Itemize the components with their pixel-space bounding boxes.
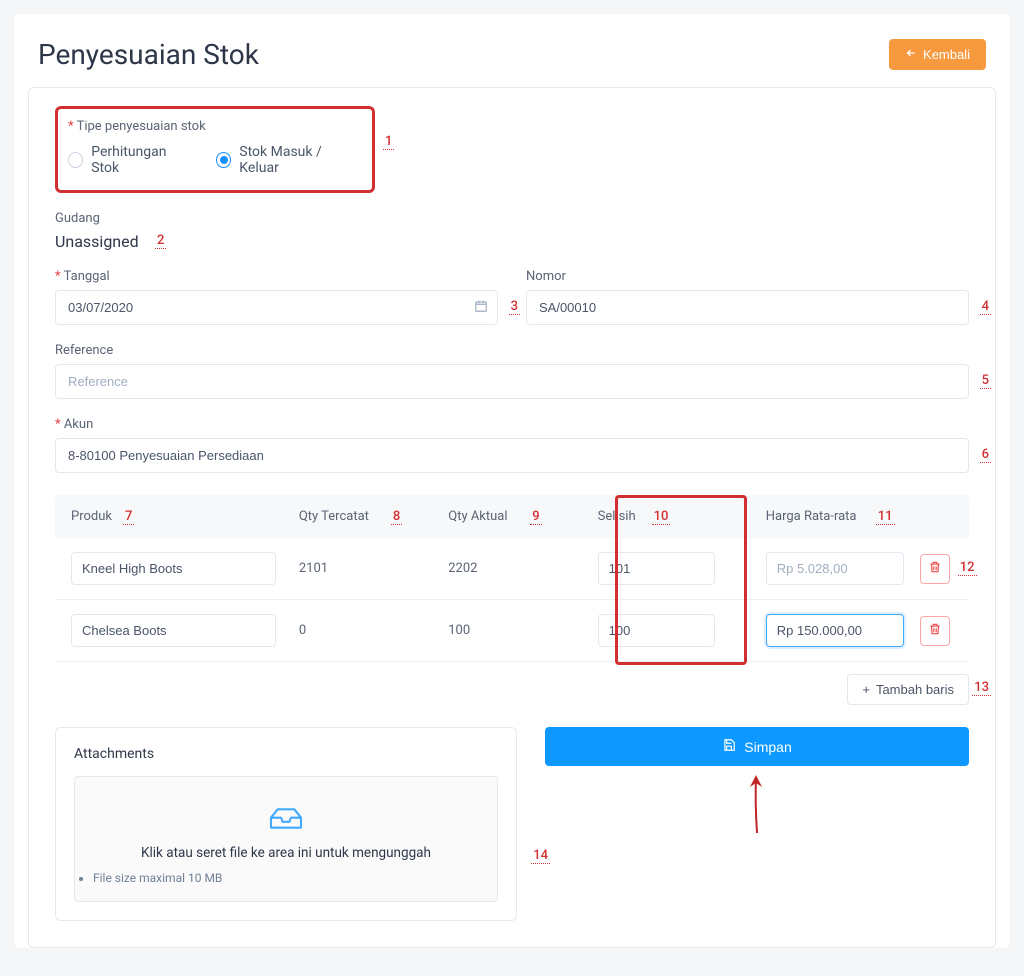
annotation-3: 3 [509,299,520,314]
inbox-icon [93,799,479,833]
th-harga: Harga Rata-rata [766,509,857,524]
annotation-12: 12 [958,560,977,575]
radio-label: Stok Masuk / Keluar [239,144,358,176]
akun-section: Akun 6 [55,417,969,473]
annotation-11: 11 [876,509,895,524]
radio-stok-masuk-keluar[interactable]: Stok Masuk / Keluar [216,144,358,176]
akun-label: Akun [55,417,969,432]
annotation-8: 8 [391,509,402,524]
th-produk: Produk [71,509,112,524]
gudang-section: Gudang Unassigned 2 [55,211,969,251]
harga-input[interactable] [766,614,905,647]
annotation-10: 10 [652,509,671,524]
tanggal-label: Tanggal [55,269,498,284]
qty-tercatat-cell: 2101 [299,561,448,576]
form-card: Tipe penyesuaian stok Perhitungan Stok S… [28,87,996,948]
highlight-type-section: Tipe penyesuaian stok Perhitungan Stok S… [55,106,375,193]
qty-aktual-cell: 100 [448,623,597,638]
annotation-14: 14 [531,848,550,863]
radio-icon [68,152,83,168]
page: Penyesuaian Stok Kembali Tipe penyesuaia… [14,14,1010,948]
gudang-value: Unassigned [55,232,969,251]
product-table: Produk 7 Qty Tercatat 8 Qty Aktual 9 Sel… [55,495,969,662]
annotation-4: 4 [980,299,991,314]
produk-input[interactable] [71,614,276,647]
gudang-label: Gudang [55,211,969,226]
th-qty-tercatat: Qty Tercatat [299,509,369,524]
dropzone-hint: File size maximal 10 MB [93,871,479,885]
trash-icon [928,622,942,639]
nomor-input[interactable] [526,290,969,325]
arrow-annotation-icon [746,773,768,839]
annotation-13: 13 [972,680,991,695]
qty-tercatat-cell: 0 [299,623,448,638]
annotation-5: 5 [980,373,991,388]
back-button[interactable]: Kembali [889,39,986,70]
calendar-icon[interactable] [474,299,488,317]
save-label: Simpan [744,739,791,755]
attachments-title: Attachments [74,746,498,762]
save-column: Simpan [545,727,969,766]
nomor-label: Nomor [526,269,969,284]
table-row: 0 100 [55,600,969,662]
page-title: Penyesuaian Stok [38,38,259,71]
annotation-7: 7 [123,509,134,524]
save-icon [722,738,736,755]
tanggal-input[interactable] [55,290,498,325]
delete-row-button[interactable] [920,616,950,646]
selisih-input[interactable] [598,614,716,647]
annotation-6: 6 [980,447,991,462]
reference-section: Reference 5 [55,343,969,399]
table-row: 2101 2202 12 [55,538,969,600]
add-row-label: Tambah baris [876,682,954,697]
delete-row-button[interactable] [920,554,950,584]
reference-input[interactable] [55,364,969,399]
save-button[interactable]: Simpan [545,727,969,766]
selisih-input[interactable] [598,552,716,585]
nomor-col: Nomor 4 [526,269,969,325]
upload-dropzone[interactable]: Klik atau seret file ke area ini untuk m… [74,776,498,902]
produk-input[interactable] [71,552,276,585]
radio-perhitungan-stok[interactable]: Perhitungan Stok [68,144,192,176]
type-radio-group: Perhitungan Stok Stok Masuk / Keluar [68,144,358,176]
table-header-row: Produk 7 Qty Tercatat 8 Qty Aktual 9 Sel… [55,495,969,538]
attachments-card: Attachments Klik atau seret file ke area… [55,727,517,921]
annotation-2: 2 [155,233,166,248]
annotation-1: 1 [383,134,394,149]
qty-aktual-cell: 2202 [448,561,597,576]
trash-icon [928,560,942,577]
page-header: Penyesuaian Stok Kembali [14,14,1010,87]
arrow-left-icon [905,47,917,62]
dropzone-text: Klik atau seret file ke area ini untuk m… [93,845,479,861]
akun-select[interactable] [55,438,969,473]
th-qty-aktual: Qty Aktual [448,509,507,524]
type-label: Tipe penyesuaian stok [68,119,358,134]
tanggal-col: Tanggal 3 [55,269,498,325]
back-button-label: Kembali [923,47,970,62]
reference-label: Reference [55,343,969,358]
annotation-9: 9 [530,509,541,524]
radio-label: Perhitungan Stok [91,144,192,176]
th-selisih: Selisih [598,509,636,524]
harga-input[interactable] [766,552,905,585]
radio-icon [216,152,231,168]
add-row-button[interactable]: + Tambah baris [847,674,969,705]
plus-icon: + [862,682,870,697]
